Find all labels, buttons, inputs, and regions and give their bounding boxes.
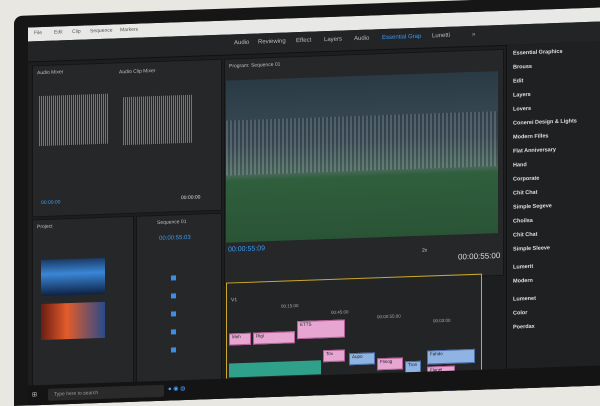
source-panel-title: Audio Mixer: [37, 69, 64, 77]
project-panel: Project: [32, 215, 134, 392]
timeline-clip[interactable]: Moh: [229, 332, 251, 346]
tab-audio-2[interactable]: Audio: [354, 36, 369, 43]
eg-item[interactable]: Brouss: [513, 64, 532, 71]
eg-item[interactable]: Essential Graphics: [513, 49, 563, 57]
app-icons[interactable]: ● ◉ ◍: [168, 385, 185, 393]
clip-mixer-title: Audio Clip Mixer: [119, 68, 156, 76]
eg-item[interactable]: Edit: [513, 78, 523, 84]
timeline-clip[interactable]: Rigl: [253, 331, 295, 345]
premiere-window: File Edit Clip Sequence Markers Audio Re…: [28, 7, 600, 406]
tab-effect[interactable]: Effect: [296, 38, 311, 45]
menu-markers[interactable]: Markers: [120, 27, 138, 34]
menu-file[interactable]: File: [34, 30, 42, 36]
bin-thumbnail[interactable]: [41, 257, 105, 297]
ruler-tick: 00:15:00: [281, 303, 299, 309]
timeline-clip[interactable]: Fahdo: [427, 348, 475, 365]
audio-waveform-left: [39, 93, 109, 147]
audio-waveform-right: [123, 94, 193, 146]
eg-item[interactable]: Simple Segeve: [513, 203, 552, 210]
timeline-clip[interactable]: ETTS: [297, 319, 345, 340]
more-tabs-icon[interactable]: »: [472, 32, 475, 38]
track-toggle[interactable]: [171, 329, 176, 335]
program-monitor-title: Program: Sequence 01: [229, 61, 281, 70]
timeline-clip[interactable]: Flinog: [377, 357, 403, 371]
track-toggle[interactable]: [171, 275, 176, 281]
eg-item[interactable]: Hand: [513, 162, 527, 168]
tab-reviewing[interactable]: Reviewing: [258, 39, 286, 46]
tab-audio[interactable]: Audio: [234, 40, 249, 47]
source-timecode: 00:00:00: [181, 194, 201, 202]
track-label: V1: [231, 297, 238, 304]
program-timecode[interactable]: 00:00:55:09: [228, 245, 265, 253]
eg-item[interactable]: Poerdax: [513, 324, 535, 331]
zoom-select[interactable]: 2x: [422, 248, 427, 254]
eg-item[interactable]: Modern: [513, 278, 533, 285]
start-icon[interactable]: ⊞: [32, 391, 37, 398]
program-duration: 00:00:55:00: [458, 251, 501, 262]
project-panel-title: Project: [37, 223, 53, 231]
menu-sequence[interactable]: Sequence: [90, 28, 113, 35]
ruler-tick: 00:45:00: [331, 309, 349, 315]
sequence-timecode[interactable]: 00:00:55:03: [159, 235, 191, 242]
ruler-tick: 00:03:00: [433, 317, 451, 324]
eg-item[interactable]: Lumenet: [513, 296, 536, 303]
source-panel: Audio Mixer Audio Clip Mixer 00:00:00 00…: [32, 58, 222, 226]
eg-item[interactable]: Flat Anniversary: [513, 147, 556, 154]
effects-panel: Sequence 01 00:00:55:03: [136, 212, 222, 388]
eg-item[interactable]: Simple Sleeve: [513, 245, 550, 252]
eg-item[interactable]: Chit Chat: [513, 232, 537, 239]
eg-item[interactable]: Chit Chat: [513, 190, 537, 197]
bin-thumbnail[interactable]: [41, 301, 105, 341]
timeline-clip[interactable]: Tox: [323, 349, 345, 363]
menu-edit[interactable]: Edit: [54, 29, 63, 35]
ruler-tick: 00:00:55:00: [377, 313, 401, 320]
essential-graphics-panel: Essential Graphics Brouss Edit Layers Lo…: [506, 40, 600, 406]
eg-item[interactable]: Lumerit: [513, 264, 533, 271]
eg-item[interactable]: Layers: [513, 92, 531, 99]
eg-item[interactable]: Color: [513, 310, 527, 317]
sequence-title: Sequence 01: [157, 218, 187, 227]
eg-item[interactable]: Corporate: [513, 176, 539, 183]
eg-item[interactable]: Modern Filles: [513, 133, 548, 140]
track-toggle[interactable]: [171, 311, 176, 317]
taskbar-search-input[interactable]: Type here to search: [48, 384, 164, 401]
video-preview: [226, 71, 498, 243]
timeline-clip[interactable]: Aupo: [349, 352, 375, 366]
menu-clip[interactable]: Clip: [72, 29, 81, 35]
track-toggle[interactable]: [171, 347, 176, 353]
eg-item[interactable]: Choilsa: [513, 218, 533, 225]
tab-layers[interactable]: Layers: [324, 37, 342, 44]
track-toggle[interactable]: [171, 293, 176, 299]
eg-item[interactable]: Lovers: [513, 106, 531, 113]
monitor-bezel: File Edit Clip Sequence Markers Audio Re…: [14, 0, 600, 406]
tab-lunetti[interactable]: Lunetti: [432, 33, 450, 40]
stadium-crowd: [226, 111, 498, 176]
source-timecode-blue[interactable]: 00:00:00: [41, 199, 60, 206]
tab-essential-graphics[interactable]: Essential Grap: [382, 34, 421, 41]
eg-item[interactable]: Conerei Design & Lights: [513, 118, 577, 126]
